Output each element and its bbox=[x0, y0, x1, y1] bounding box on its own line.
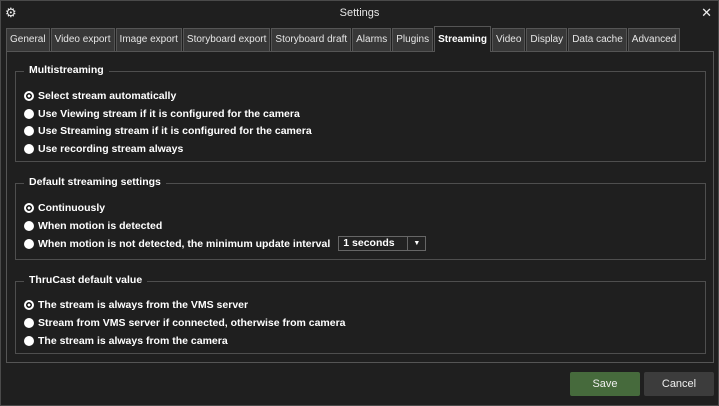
radio-label: Stream from VMS server if connected, oth… bbox=[38, 317, 346, 329]
radio-icon bbox=[24, 126, 34, 136]
tab-storyboard-export[interactable]: Storyboard export bbox=[182, 28, 271, 51]
tab-storyboard-draft[interactable]: Storyboard draft bbox=[271, 28, 352, 51]
radio-label: Use Viewing stream if it is configured f… bbox=[38, 108, 300, 120]
radio-selected-icon bbox=[24, 300, 34, 310]
radio-icon bbox=[24, 221, 34, 231]
radio-continuously[interactable]: Continuously bbox=[24, 202, 105, 214]
radio-icon bbox=[24, 318, 34, 328]
group-title: Default streaming settings bbox=[24, 176, 166, 188]
radio-selected-icon bbox=[24, 91, 34, 101]
radio-select-auto[interactable]: Select stream automatically bbox=[24, 90, 176, 102]
tab-bar: General Video export Image export Storyboar… bbox=[6, 26, 714, 52]
tab-general[interactable]: General bbox=[6, 28, 50, 51]
radio-selected-icon bbox=[24, 203, 34, 213]
chevron-down-icon[interactable]: ▼ bbox=[407, 237, 425, 250]
radio-viewing-stream[interactable]: Use Viewing stream if it is configured f… bbox=[24, 108, 300, 120]
radio-label: When motion is detected bbox=[38, 220, 163, 232]
radio-label: The stream is always from the VMS server bbox=[38, 299, 249, 311]
tab-streaming[interactable]: Streaming bbox=[434, 26, 491, 52]
tab-advanced[interactable]: Advanced bbox=[627, 28, 681, 51]
interval-value: 1 seconds bbox=[343, 237, 395, 249]
interval-dropdown[interactable]: 1 seconds ▼ bbox=[338, 236, 427, 251]
tab-display[interactable]: Display bbox=[526, 28, 568, 51]
radio-label: Continuously bbox=[38, 202, 106, 214]
radio-label: Use Streaming stream if it is configured… bbox=[38, 125, 312, 137]
save-button[interactable]: Save bbox=[570, 372, 640, 396]
window-title: Settings bbox=[339, 7, 380, 19]
close-icon[interactable]: ✕ bbox=[701, 5, 712, 21]
settings-dialog: ⚙ Settings ✕ General Video export Image ex… bbox=[0, 0, 719, 406]
tab-plugins[interactable]: Plugins bbox=[392, 28, 434, 51]
cancel-button[interactable]: Cancel bbox=[644, 372, 714, 396]
radio-always-camera[interactable]: The stream is always from the camera bbox=[24, 335, 228, 347]
tab-image-export[interactable]: Image export bbox=[115, 28, 182, 51]
radio-icon bbox=[24, 238, 34, 249]
multistreaming-group: Multistreaming Select stream automatical… bbox=[15, 64, 706, 162]
thrucast-group: ThruCast default value The stream is alw… bbox=[15, 274, 706, 354]
radio-label: When motion is not detected, the minimum… bbox=[38, 237, 331, 250]
radio-streaming-stream[interactable]: Use Streaming stream if it is configured… bbox=[24, 125, 312, 137]
radio-label: Use recording stream always bbox=[38, 143, 184, 155]
radio-label: Select stream automatically bbox=[38, 90, 177, 102]
streaming-panel: Multistreaming Select stream automatical… bbox=[6, 51, 714, 363]
group-title: Multistreaming bbox=[24, 64, 109, 76]
radio-icon bbox=[24, 109, 34, 119]
radio-label: The stream is always from the camera bbox=[38, 335, 228, 347]
radio-motion-not-detected[interactable]: When motion is not detected, the minimum… bbox=[24, 236, 427, 251]
radio-icon bbox=[24, 144, 34, 154]
radio-icon bbox=[24, 336, 34, 346]
radio-vms-or-camera[interactable]: Stream from VMS server if connected, oth… bbox=[24, 317, 346, 329]
group-title: ThruCast default value bbox=[24, 274, 148, 286]
tab-video-export[interactable]: Video export bbox=[50, 28, 115, 51]
radio-recording-stream[interactable]: Use recording stream always bbox=[24, 143, 183, 155]
tab-data-cache[interactable]: Data cache bbox=[568, 28, 627, 51]
radio-motion-detected[interactable]: When motion is detected bbox=[24, 220, 162, 232]
title-bar: ⚙ Settings ✕ bbox=[1, 1, 718, 26]
tab-alarms[interactable]: Alarms bbox=[352, 28, 392, 51]
radio-always-vms[interactable]: The stream is always from the VMS server bbox=[24, 299, 248, 311]
default-streaming-group: Default streaming settings Continuously … bbox=[15, 176, 706, 260]
tab-video[interactable]: Video bbox=[491, 28, 526, 51]
